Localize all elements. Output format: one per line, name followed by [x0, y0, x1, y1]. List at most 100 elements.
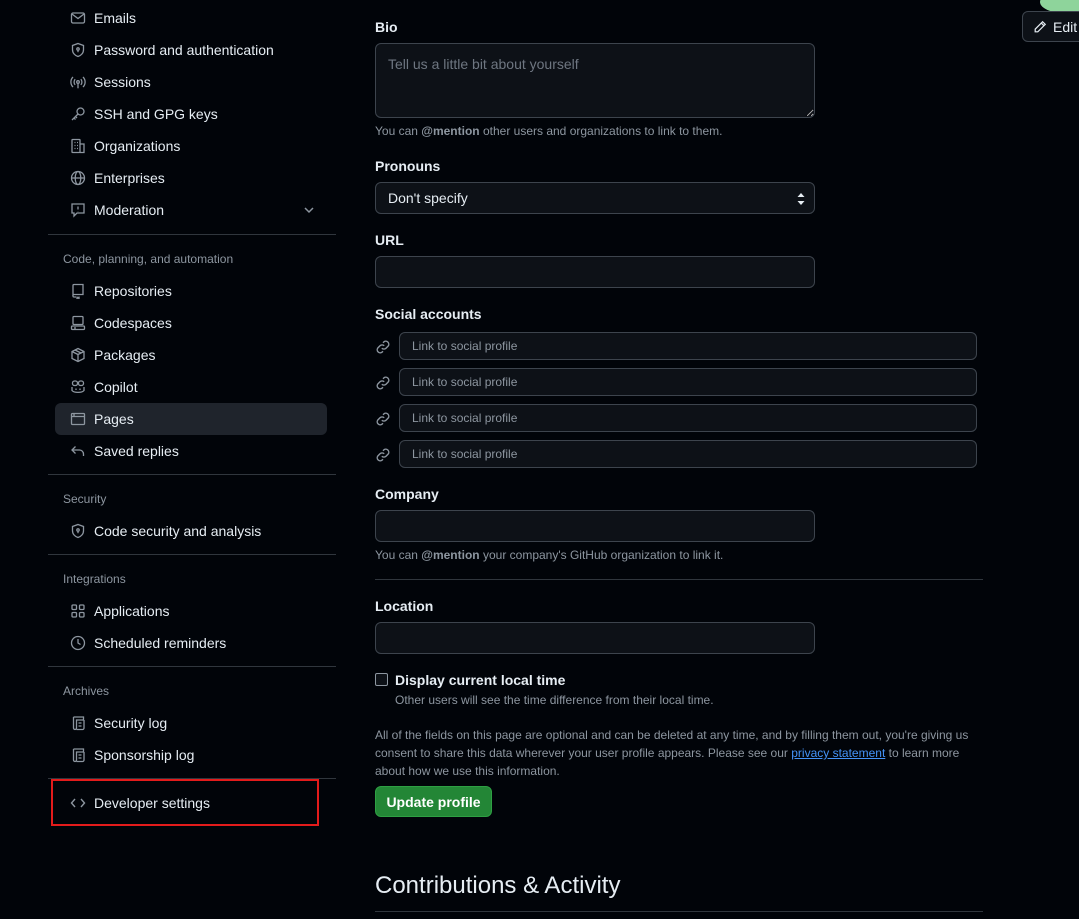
sidebar-item-developer-settings[interactable]: Developer settings [55, 787, 327, 819]
sidebar-item-label: Code security and analysis [94, 523, 262, 539]
sidebar-item-code-security[interactable]: Code security and analysis [55, 515, 327, 547]
broadcast-icon [69, 74, 87, 90]
section-divider [375, 911, 983, 912]
sidebar-item-label: Sponsorship log [94, 747, 195, 763]
sidebar-item-label: Packages [94, 347, 156, 363]
sidebar-item-repositories[interactable]: Repositories [55, 275, 327, 307]
local-time-checkbox[interactable] [375, 673, 388, 686]
sidebar-item-label: Repositories [94, 283, 172, 299]
sidebar-item-packages[interactable]: Packages [55, 339, 327, 371]
sidebar-item-label: Organizations [94, 138, 181, 154]
clock-icon [69, 635, 87, 651]
sidebar-item-moderation[interactable]: Moderation [55, 194, 327, 226]
update-profile-button[interactable]: Update profile [375, 786, 492, 817]
sidebar-item-security-log[interactable]: Security log [55, 707, 327, 739]
report-icon [69, 202, 87, 218]
bio-textarea[interactable] [375, 43, 815, 118]
shield-lock-icon [69, 523, 87, 539]
local-time-label: Display current local time [395, 672, 566, 688]
sidebar-section-title: Security [63, 492, 107, 506]
integrations-nav-group: Applications Scheduled reminders [48, 595, 327, 659]
sidebar-item-label: Codespaces [94, 315, 172, 331]
social-profile-input[interactable] [399, 368, 977, 396]
select-arrows-icon [796, 192, 806, 207]
sidebar-item-label: Scheduled reminders [94, 635, 227, 651]
sidebar-item-label: Applications [94, 603, 170, 619]
sidebar-item-label: Emails [94, 10, 137, 26]
apps-icon [69, 603, 87, 619]
account-nav-group: Emails Password and authentication Sessi… [48, 2, 327, 226]
pronouns-select[interactable]: Don't specify [375, 182, 815, 214]
log-icon [69, 747, 87, 763]
shield-lock-icon [69, 42, 87, 58]
edit-label: Edit [1053, 18, 1078, 35]
social-profile-input[interactable] [399, 404, 977, 432]
chevron-down-icon[interactable] [301, 202, 317, 221]
copilot-icon [69, 379, 87, 395]
sidebar-item-pages[interactable]: Pages [55, 403, 327, 435]
contributions-heading: Contributions & Activity [375, 872, 621, 899]
code-icon [69, 795, 87, 811]
company-note: You can @mention your company's GitHub o… [375, 548, 724, 562]
log-icon [69, 715, 87, 731]
pronouns-label: Pronouns [375, 158, 441, 174]
package-icon [69, 347, 87, 363]
edit-button[interactable]: Edit [1022, 11, 1079, 42]
sidebar-divider [48, 554, 336, 555]
sidebar-item-label: Copilot [94, 379, 138, 395]
sidebar-item-label: Password and authentication [94, 42, 274, 58]
url-label: URL [375, 232, 404, 248]
sidebar-divider [48, 474, 336, 475]
reply-icon [69, 443, 87, 459]
privacy-statement-link[interactable]: privacy statement [791, 746, 885, 760]
sidebar-divider [48, 234, 336, 235]
sidebar-item-scheduled-reminders[interactable]: Scheduled reminders [55, 627, 327, 659]
key-icon [69, 106, 87, 122]
browser-icon [69, 411, 87, 427]
sidebar-item-label: Moderation [94, 202, 165, 218]
link-icon [375, 339, 391, 355]
sidebar-section-title: Integrations [63, 572, 126, 586]
mail-icon [69, 10, 87, 26]
sidebar-item-sessions[interactable]: Sessions [55, 66, 327, 98]
sidebar-item-sponsorship-log[interactable]: Sponsorship log [55, 739, 327, 771]
sidebar-item-emails[interactable]: Emails [55, 2, 327, 34]
security-nav-group: Code security and analysis [48, 515, 327, 547]
sidebar-item-label: Pages [94, 411, 134, 427]
privacy-disclaimer: All of the fields on this page are optio… [375, 728, 969, 778]
sidebar-item-codespaces[interactable]: Codespaces [55, 307, 327, 339]
sidebar-item-label: Saved replies [94, 443, 179, 459]
sidebar-item-copilot[interactable]: Copilot [55, 371, 327, 403]
sidebar-section-title: Archives [63, 684, 110, 698]
developer-nav-group: Developer settings [48, 787, 327, 819]
social-accounts-label: Social accounts [375, 306, 482, 322]
pronouns-value: Don't specify [388, 190, 468, 206]
pencil-icon [1033, 20, 1047, 34]
sidebar-section-title: Code, planning, and automation [63, 252, 234, 266]
sidebar-item-saved-replies[interactable]: Saved replies [55, 435, 327, 467]
local-time-note: Other users will see the time difference… [395, 693, 714, 707]
organization-icon [69, 138, 87, 154]
sidebar-item-label: Developer settings [94, 795, 210, 811]
sidebar-item-ssh-gpg-keys[interactable]: SSH and GPG keys [55, 98, 327, 130]
bio-label: Bio [375, 19, 398, 35]
social-profile-input[interactable] [399, 440, 977, 468]
sidebar-item-password[interactable]: Password and authentication [55, 34, 327, 66]
code-nav-group: Repositories Codespaces Packages Copilot… [48, 275, 327, 467]
codespaces-icon [69, 315, 87, 331]
sidebar-divider [48, 666, 336, 667]
url-input[interactable] [375, 256, 815, 288]
link-icon [375, 447, 391, 463]
sidebar-item-enterprises[interactable]: Enterprises [55, 162, 327, 194]
company-input[interactable] [375, 510, 815, 542]
sidebar-item-label: Security log [94, 715, 168, 731]
sidebar-item-applications[interactable]: Applications [55, 595, 327, 627]
social-profile-input[interactable] [399, 332, 977, 360]
company-label: Company [375, 486, 439, 502]
location-input[interactable] [375, 622, 815, 654]
sidebar-item-organizations[interactable]: Organizations [55, 130, 327, 162]
location-label: Location [375, 598, 434, 614]
form-divider [375, 579, 983, 580]
sidebar-item-label: Sessions [94, 74, 151, 90]
link-icon [375, 411, 391, 427]
